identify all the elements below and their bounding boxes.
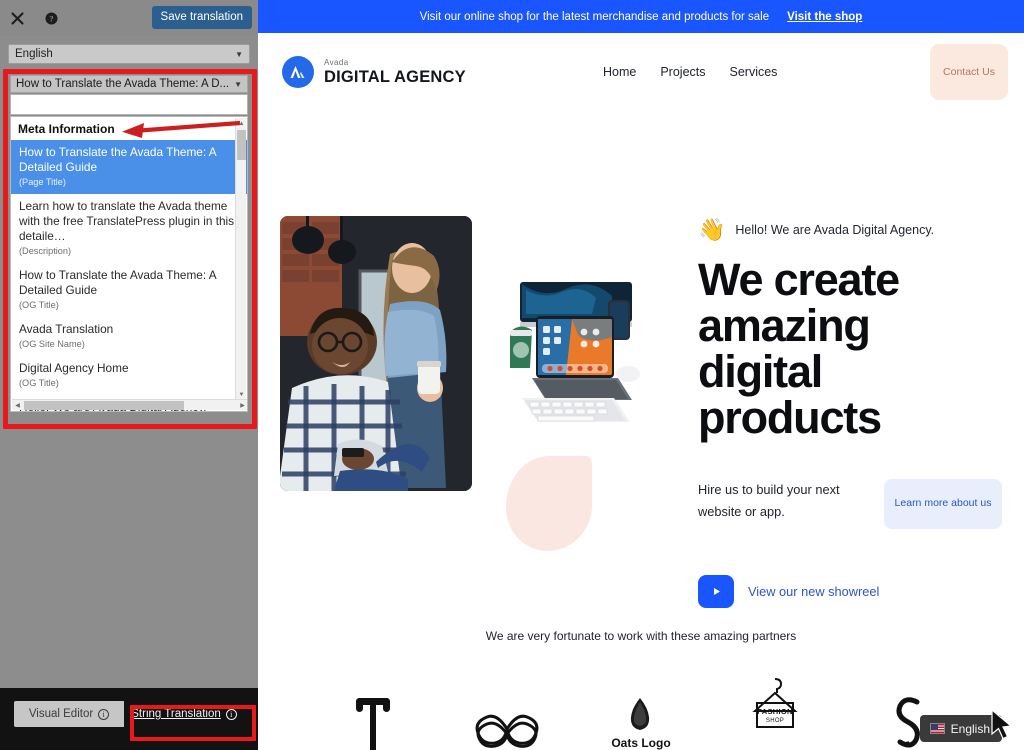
language-switcher-label: English <box>950 721 990 736</box>
announcement-text: Visit our online shop for the latest mer… <box>419 10 770 23</box>
brand-text: Avada DIGITAL AGENCY <box>324 57 466 86</box>
scroll-left-icon[interactable]: ◀ <box>12 400 23 411</box>
hero-photo-devices <box>508 274 648 446</box>
list-item-text: Digital Agency Home <box>19 360 129 375</box>
list-item[interactable]: How to Translate the Avada Theme: A Deta… <box>11 140 247 194</box>
waving-hand-icon: 👋 <box>698 217 726 242</box>
play-icon[interactable] <box>698 574 734 608</box>
list-item-text: Learn how to translate the Avada theme w… <box>19 198 235 244</box>
list-item-sub: (Page Title) <box>19 177 66 188</box>
list-item[interactable]: Avada Translation (OG Site Name) <box>11 316 247 356</box>
partners-logos: Oats Logo FASHION SHOP <box>258 675 1024 750</box>
site-preview: Visit our online shop for the latest mer… <box>258 0 1024 750</box>
vertical-scroll-thumb[interactable] <box>237 130 246 160</box>
brand-big-label: DIGITAL AGENCY <box>324 67 466 86</box>
announcement-bar: Visit our online shop for the latest mer… <box>258 0 1024 33</box>
partner-caption: FASHION <box>757 707 793 716</box>
partner-caption: Oats Logo <box>611 736 671 750</box>
list-item-text: How to Translate the Avada Theme: A Deta… <box>19 268 216 298</box>
close-icon[interactable] <box>0 0 34 36</box>
chevron-down-icon: ▼ <box>235 49 243 59</box>
visual-editor-label: Visual Editor <box>28 708 94 720</box>
partner-caption-2: SHOP <box>765 718 785 724</box>
editor-topbar: ? Save translation <box>0 0 258 36</box>
editor-mode-switch: Visual Editor i String Translation i <box>14 701 244 727</box>
string-select-value: How to Translate the Avada Theme: A D... <box>16 78 230 90</box>
hero-eyebrow-text: Hello! We are Avada Digital Agency. <box>735 223 935 237</box>
site-logo[interactable]: Avada DIGITAL AGENCY <box>282 56 466 88</box>
nav-item-projects[interactable]: Projects <box>660 65 705 79</box>
list-item-text: Avada Translation <box>19 321 114 336</box>
language-select[interactable]: English ▼ <box>8 44 250 64</box>
list-item-sub: (OG Title) <box>19 377 59 388</box>
hero-subtitle-row: Hire us to build your next website or ap… <box>698 478 1003 529</box>
page-title: We create amazing digital products <box>698 254 900 443</box>
hero-photo-colleagues <box>280 216 472 491</box>
string-translation-label: String Translation <box>131 708 221 720</box>
results-vertical-scrollbar[interactable]: ▲ ▼ <box>235 118 246 400</box>
chevron-down-icon: ▼ <box>234 79 242 89</box>
t-logo-icon <box>356 698 390 750</box>
visit-shop-link[interactable]: Visit the shop <box>787 11 862 23</box>
site-header: Avada DIGITAL AGENCY Home Projects Servi… <box>258 33 1024 111</box>
save-translation-button[interactable]: Save translation <box>151 6 252 30</box>
partner-logo-fashion-shop: FASHION SHOP <box>736 675 814 750</box>
partner-logo-oats: Oats Logo <box>602 696 680 750</box>
svg-text:?: ? <box>49 13 53 23</box>
us-flag-icon <box>929 723 945 734</box>
partners-section: We are very fortunate to work with these… <box>258 629 1024 750</box>
scroll-right-icon[interactable]: ▶ <box>237 400 247 411</box>
results-group-label: Meta Information <box>11 117 247 140</box>
partners-title: We are very fortunate to work with these… <box>485 629 797 643</box>
list-item[interactable]: Digital Agency Home (OG Title) <box>11 355 247 395</box>
info-icon[interactable]: i <box>98 708 110 720</box>
showreel-row: View our new showreel <box>698 574 1003 608</box>
scroll-up-icon[interactable]: ▲ <box>236 118 247 129</box>
learn-more-button[interactable]: Learn more about us <box>884 478 1002 529</box>
oats-logo-icon <box>630 698 650 730</box>
list-item[interactable]: How to Translate the Avada Theme: A Deta… <box>11 263 247 317</box>
hero-section: 👋 Hello! We are Avada Digital Agency. We… <box>258 111 1024 621</box>
brand-small-label: Avada <box>324 57 349 67</box>
partner-logo-infinity <box>468 708 546 750</box>
string-search-input[interactable] <box>10 94 248 115</box>
string-results-dropdown[interactable]: Meta Information How to Translate the Av… <box>10 116 248 412</box>
horizontal-scroll-thumb[interactable] <box>24 401 184 410</box>
list-item-sub: (OG Title) <box>19 300 59 311</box>
language-select-value: English <box>15 48 53 60</box>
nav-item-home[interactable]: Home <box>603 65 636 79</box>
editor-bottom-bar: Visual Editor i String Translation i <box>0 688 258 750</box>
hero-copy: 👋 Hello! We are Avada Digital Agency. We… <box>698 219 1003 608</box>
visual-editor-button[interactable]: Visual Editor i <box>14 701 124 727</box>
main-navigation: Home Projects Services <box>603 65 777 79</box>
list-item[interactable]: Learn how to translate the Avada theme w… <box>11 193 247 263</box>
translatepress-sidebar: ? Save translation English ▼ How to Tran… <box>0 0 258 750</box>
info-icon[interactable]: i <box>225 708 237 720</box>
decorative-blob <box>506 456 592 551</box>
nav-item-services[interactable]: Services <box>730 65 778 79</box>
list-item-sub: (Description) <box>19 246 72 257</box>
results-horizontal-scrollbar[interactable]: ◀ ▶ <box>12 399 247 411</box>
showreel-link[interactable]: View our new showreel <box>748 584 879 599</box>
contact-us-button[interactable]: Contact Us <box>930 44 1008 100</box>
infinity-logo-icon <box>475 714 539 748</box>
string-select[interactable]: How to Translate the Avada Theme: A D...… <box>10 75 248 93</box>
list-item-sub: (OG Site Name) <box>19 339 85 350</box>
list-item-text: How to Translate the Avada Theme: A Deta… <box>19 145 216 175</box>
help-icon[interactable]: ? <box>34 0 68 36</box>
string-translation-button[interactable]: String Translation i <box>124 701 244 727</box>
hero-eyebrow: 👋 Hello! We are Avada Digital Agency. <box>698 219 1003 241</box>
language-switcher-widget[interactable]: English <box>919 715 1002 742</box>
hero-subtitle: Hire us to build your next website or ap… <box>698 481 840 519</box>
avada-logo-icon <box>282 56 314 88</box>
screen-root: ? Save translation English ▼ How to Tran… <box>0 0 1024 750</box>
partner-logo-t <box>334 694 412 750</box>
